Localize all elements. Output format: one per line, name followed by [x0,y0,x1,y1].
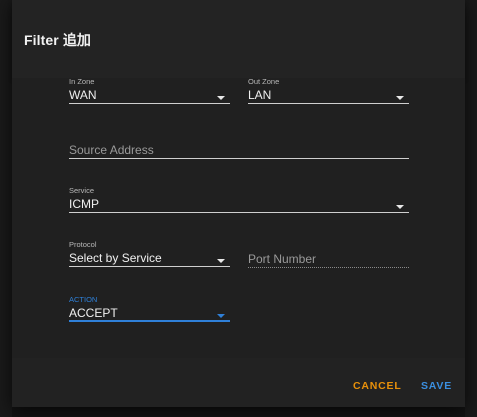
dialog-title: Filter 追加 [24,32,92,48]
action-label: ACTION [69,295,98,304]
protocol-select[interactable]: Protocol Select by Service [69,240,230,268]
chevron-down-icon[interactable] [217,96,225,100]
port-number-input[interactable]: Port Number [248,251,409,269]
out-zone-underline [248,103,409,104]
chevron-down-icon[interactable] [217,259,225,263]
port-number-underline [248,267,409,268]
in-zone-underline [69,103,230,104]
service-underline [69,212,409,213]
filter-dialog: Filter 追加 In Zone WAN Out Zone LAN Sourc… [12,0,465,407]
protocol-underline [69,266,230,267]
service-value: ICMP [69,197,99,211]
in-zone-label: In Zone [69,77,95,86]
action-underline [69,320,230,322]
out-zone-select[interactable]: Out Zone LAN [248,77,409,105]
port-number-placeholder: Port Number [248,252,317,266]
action-select[interactable]: ACTION ACCEPT [69,295,230,323]
in-zone-value: WAN [69,88,97,102]
service-select[interactable]: Service ICMP [69,186,409,214]
cancel-button[interactable]: CANCEL [353,380,402,392]
chevron-down-icon[interactable] [217,314,225,318]
in-zone-select[interactable]: In Zone WAN [69,77,230,105]
protocol-value: Select by Service [69,251,162,265]
out-zone-label: Out Zone [248,77,280,86]
out-zone-value: LAN [248,88,272,102]
source-address-placeholder: Source Address [69,143,154,157]
source-address-input[interactable]: Source Address [69,142,409,160]
protocol-label: Protocol [69,240,97,249]
dialog-header: Filter 追加 [12,0,465,78]
service-label: Service [69,186,95,195]
chevron-down-icon[interactable] [396,205,404,209]
action-value: ACCEPT [69,306,118,320]
save-button[interactable]: SAVE [421,380,452,392]
chevron-down-icon[interactable] [396,96,404,100]
source-address-underline [69,158,409,159]
